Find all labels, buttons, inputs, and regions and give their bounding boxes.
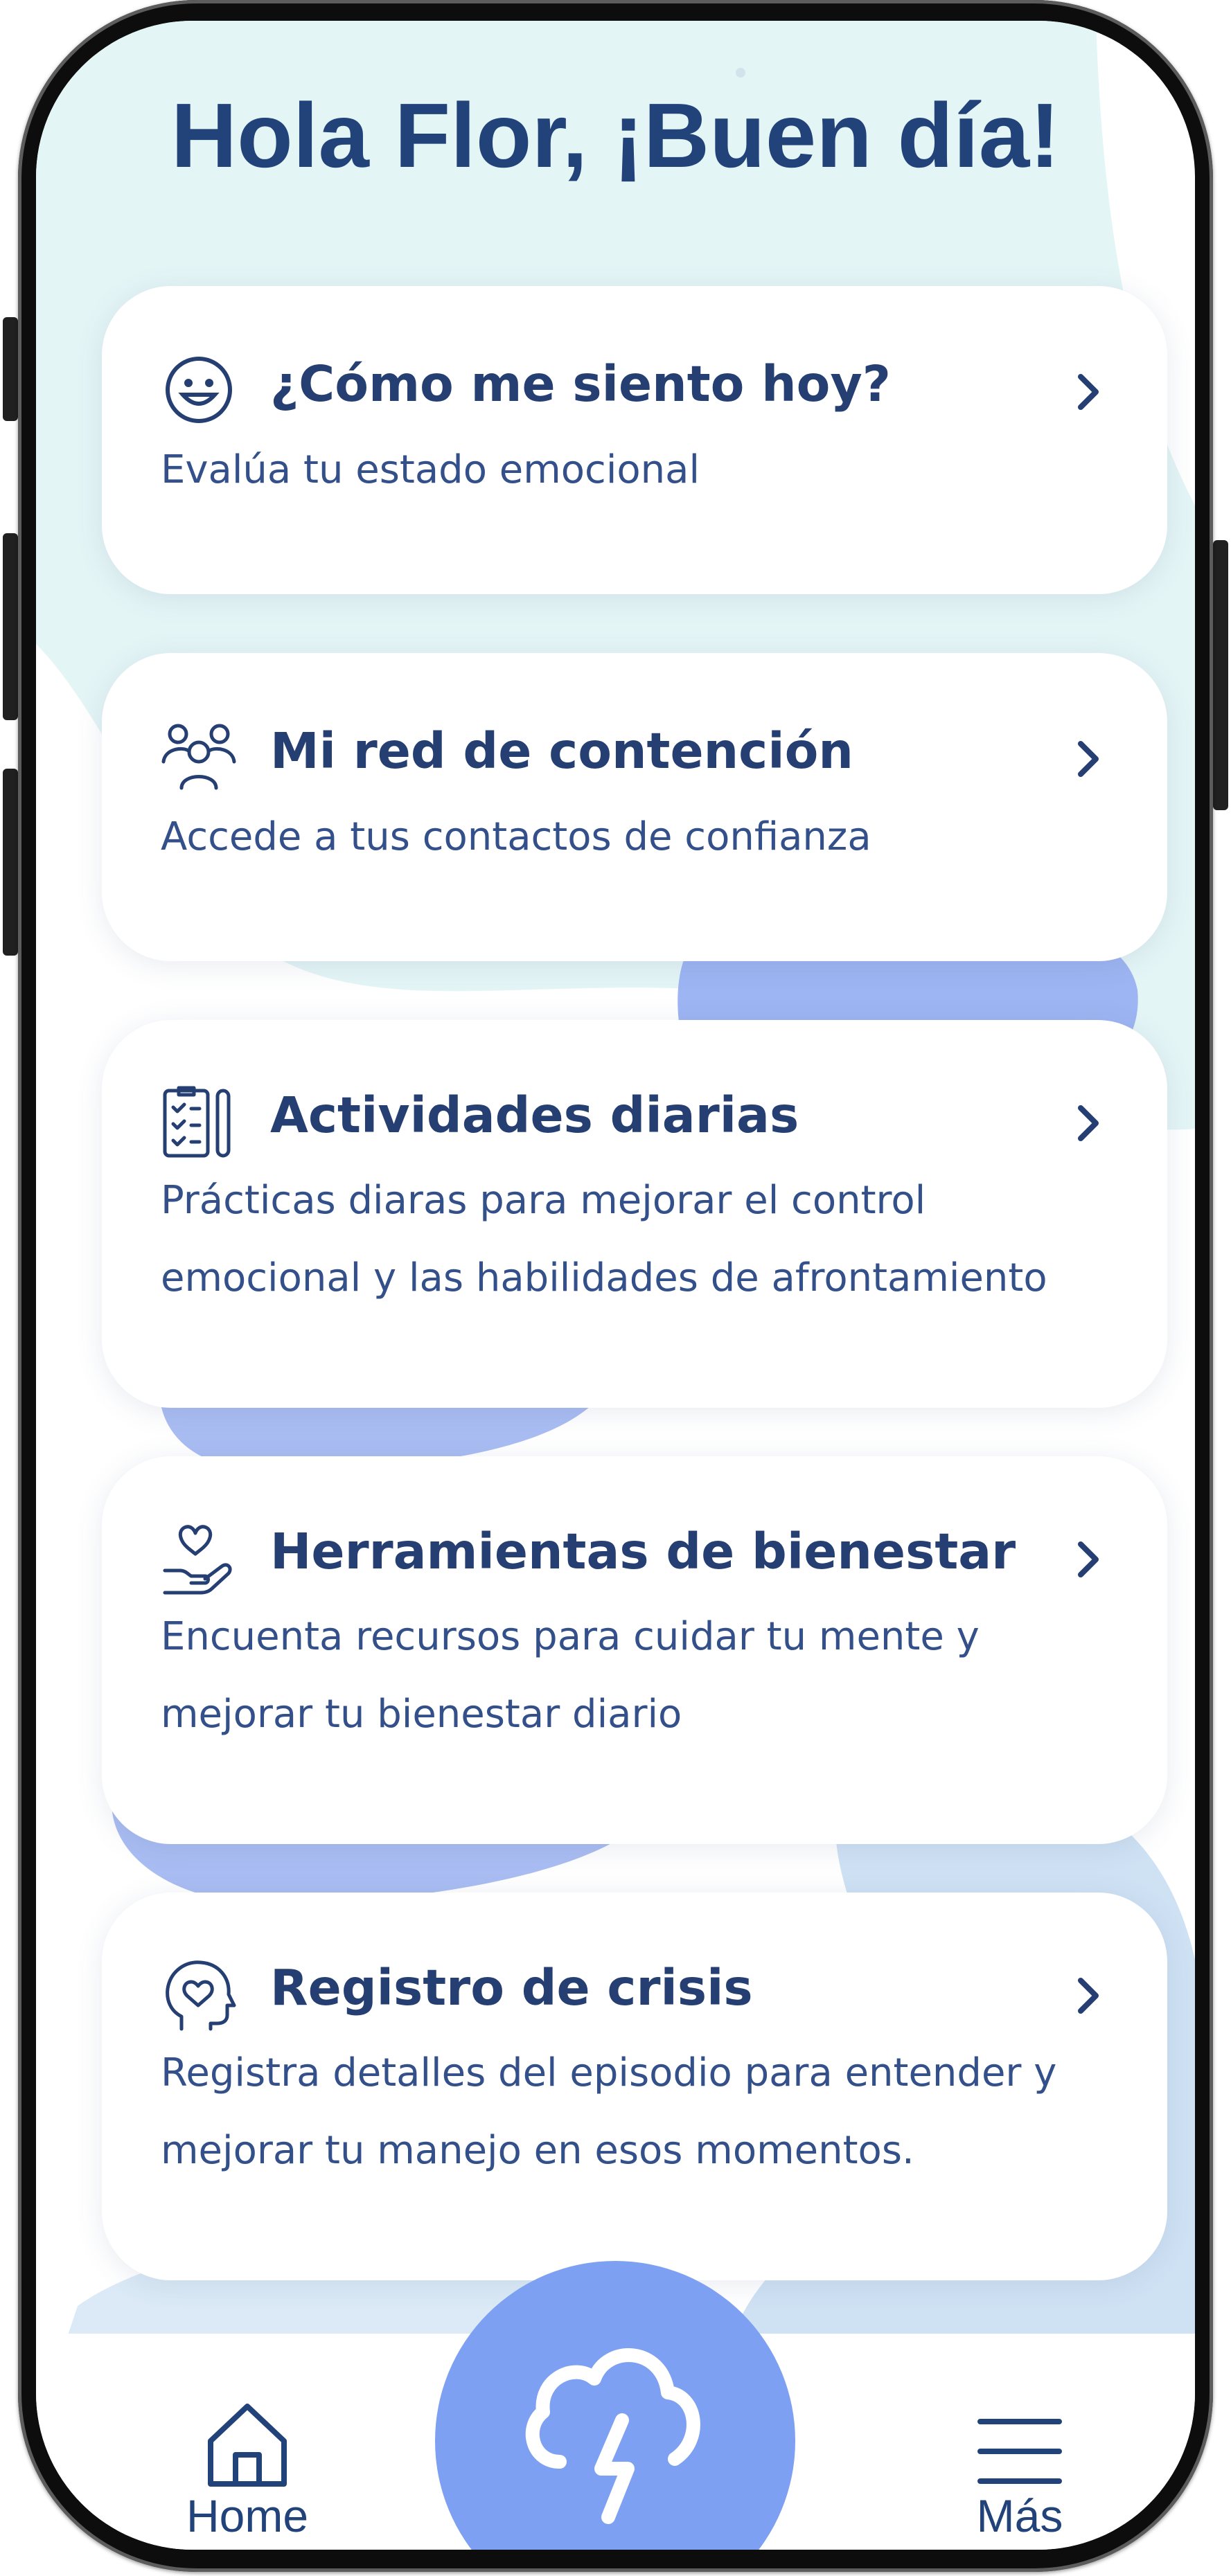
chevron-right-icon[interactable] — [1067, 738, 1108, 780]
app-screen: Hola Flor, ¡Buen día! ¿Cómo me siento ho… — [36, 21, 1195, 2550]
card-description: Accede a tus contactos de confianza — [161, 798, 1137, 876]
volume-down-button — [3, 769, 18, 956]
card-description-line: Prácticas diaras para mejorar el control — [161, 1178, 926, 1223]
card-description: Evalúa tu estado emocional — [161, 431, 1137, 509]
card-title: Actividades diarias — [270, 1086, 799, 1144]
smiley-face-icon — [161, 352, 237, 428]
card-support-network[interactable]: Mi red de contención Accede a tus contac… — [102, 653, 1167, 961]
greeting-title: Hola Flor, ¡Buen día! — [170, 84, 1061, 186]
chevron-right-icon[interactable] — [1067, 1539, 1108, 1580]
card-mood-check[interactable]: ¿Cómo me siento hoy? Evalúa tu estado em… — [102, 286, 1167, 594]
people-group-icon — [161, 719, 237, 795]
silent-switch — [3, 317, 18, 421]
card-description-line: Evalúa tu estado emocional — [161, 447, 700, 492]
home-icon — [202, 2399, 292, 2489]
hamburger-menu-icon — [975, 2413, 1065, 2489]
card-description-line: mejorar tu manejo en esos momentos. — [161, 2128, 914, 2173]
nav-home-label: Home — [186, 2490, 309, 2541]
front-camera — [736, 68, 745, 78]
heart-hand-icon — [161, 1521, 237, 1597]
phone-frame: Hola Flor, ¡Buen día! ¿Cómo me siento ho… — [18, 0, 1213, 2572]
chevron-right-icon[interactable] — [1067, 371, 1108, 413]
nav-home-button[interactable]: Home — [171, 2399, 324, 2542]
card-description-line: Accede a tus contactos de confianza — [161, 814, 871, 859]
storm-cloud-icon — [511, 2323, 719, 2531]
power-button — [1213, 540, 1228, 810]
card-description: Prácticas diaras para mejorar el control… — [161, 1162, 1137, 1317]
volume-up-button — [3, 533, 18, 720]
card-title: Registro de crisis — [270, 1959, 753, 2016]
card-description: Registra detalles del episodio para ente… — [161, 2034, 1137, 2190]
checklist-icon — [161, 1084, 237, 1160]
card-description-line: emocional y las habilidades de afrontami… — [161, 1255, 1047, 1300]
card-description-line: Encuenta recursos para cuidar tu mente y — [161, 1614, 980, 1659]
head-heart-icon — [161, 1957, 237, 2033]
card-title: Herramientas de bienestar — [270, 1523, 1016, 1580]
nav-more-button[interactable]: Más — [944, 2413, 1096, 2542]
card-description: Encuenta recursos para cuidar tu mente y… — [161, 1598, 1137, 1753]
card-daily-activities[interactable]: Actividades diarias Prácticas diaras par… — [102, 1020, 1167, 1408]
card-description-line: mejorar tu bienestar diario — [161, 1692, 682, 1737]
card-crisis-log[interactable]: Registro de crisis Registra detalles del… — [102, 1893, 1167, 2280]
card-title: Mi red de contención — [270, 722, 853, 780]
card-description-line: Registra detalles del episodio para ente… — [161, 2050, 1057, 2095]
card-wellbeing-tools[interactable]: Herramientas de bienestar Encuenta recur… — [102, 1456, 1167, 1844]
nav-more-label: Más — [976, 2490, 1063, 2541]
card-title: ¿Cómo me siento hoy? — [270, 355, 891, 413]
chevron-right-icon[interactable] — [1067, 1102, 1108, 1144]
chevron-right-icon[interactable] — [1067, 1975, 1108, 2016]
